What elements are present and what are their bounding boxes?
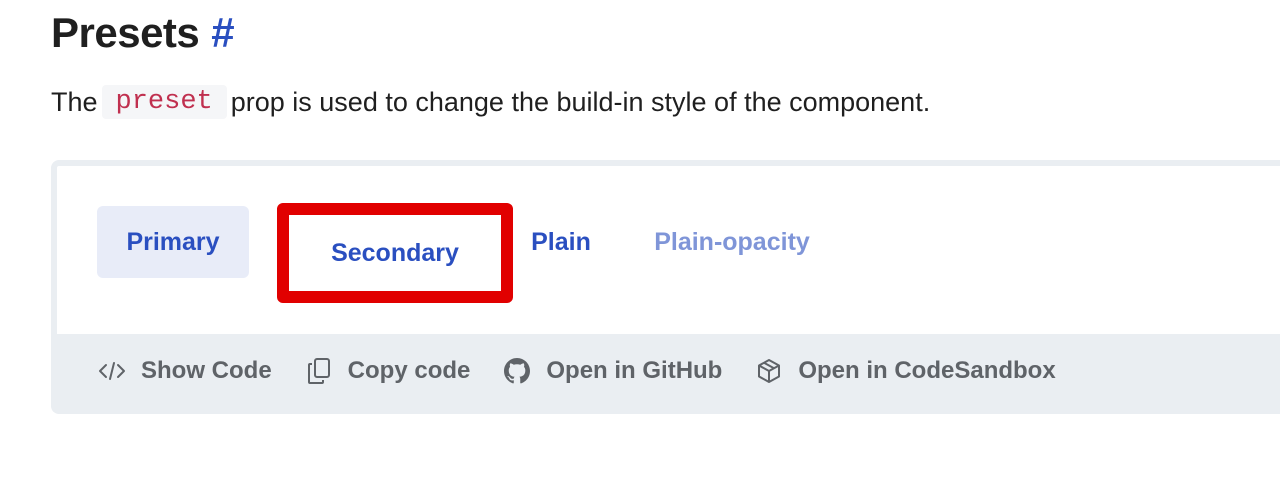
section-description: The preset prop is used to change the bu… [51, 80, 930, 124]
open-codesandbox-button[interactable]: Open in CodeSandbox [754, 356, 1056, 386]
plain-opacity-button[interactable]: Plain-opacity [637, 206, 827, 278]
section-title: Presets [51, 9, 200, 56]
code-icon [97, 356, 127, 386]
codesandbox-icon [754, 356, 784, 386]
page: Presets # The preset prop is used to cha… [0, 0, 1280, 478]
plain-button[interactable]: Plain [521, 206, 601, 278]
description-prefix: The [51, 86, 98, 117]
copy-icon [304, 356, 334, 386]
section-heading: Presets # [51, 6, 235, 60]
primary-button[interactable]: Primary [97, 206, 249, 278]
inline-code: preset [101, 85, 227, 119]
demo-preview: Primary Secondary Plain Plain-opacity [57, 166, 1280, 334]
show-code-label: Show Code [141, 357, 272, 384]
demo-block: Primary Secondary Plain Plain-opacity Sh… [51, 160, 1280, 414]
github-icon [502, 356, 532, 386]
description-suffix: prop is used to change the build-in styl… [230, 86, 931, 117]
open-github-button[interactable]: Open in GitHub [502, 356, 722, 386]
copy-code-button[interactable]: Copy code [304, 356, 471, 386]
demo-toolbar: Show Code Copy code Open in GitHub Open … [57, 334, 1280, 408]
open-codesandbox-label: Open in CodeSandbox [798, 357, 1056, 384]
open-github-label: Open in GitHub [546, 357, 723, 384]
secondary-button[interactable]: Secondary [277, 203, 513, 303]
copy-code-label: Copy code [347, 357, 471, 384]
section-anchor-link[interactable]: # [211, 9, 234, 57]
show-code-button[interactable]: Show Code [97, 356, 272, 386]
